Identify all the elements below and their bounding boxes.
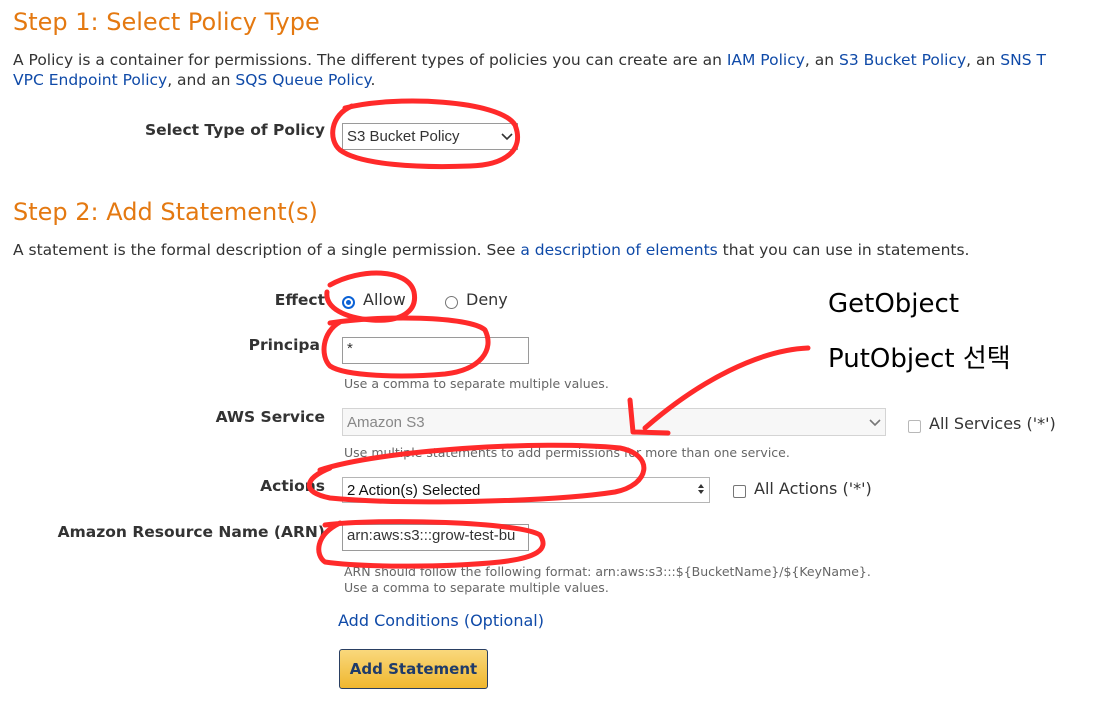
separator-text: , an — [804, 51, 839, 69]
all-actions-label[interactable]: All Actions ('*') — [754, 479, 872, 498]
step2-description-text: A statement is the formal description of… — [13, 241, 521, 259]
separator-text: , and an — [167, 71, 236, 89]
policy-type-label: Select Type of Policy — [144, 121, 325, 139]
step1-description-text: A Policy is a container for permissions.… — [13, 51, 727, 69]
s3-bucket-policy-link[interactable]: S3 Bucket Policy — [839, 51, 966, 69]
all-services-label[interactable]: All Services ('*') — [929, 414, 1056, 433]
step2-description: A statement is the formal description of… — [13, 240, 969, 261]
principal-hint: Use a comma to separate multiple values. — [344, 376, 609, 391]
principal-input[interactable]: * — [342, 337, 529, 364]
separator-text: , an — [966, 51, 1001, 69]
policy-type-value: S3 Bucket Policy — [347, 128, 460, 145]
actions-label: Actions — [260, 477, 325, 495]
sqs-queue-policy-link[interactable]: SQS Queue Policy — [235, 71, 370, 89]
elements-description-link[interactable]: a description of elements — [520, 241, 717, 259]
aws-service-select[interactable]: Amazon S3 — [342, 408, 886, 436]
up-down-arrows-icon — [697, 482, 705, 499]
effect-allow-radio[interactable] — [342, 294, 355, 313]
arn-input[interactable]: arn:aws:s3:::grow-test-bu — [342, 524, 529, 551]
step2-description-suffix: that you can use in statements. — [717, 241, 970, 259]
add-conditions-link[interactable]: Add Conditions (Optional) — [338, 611, 544, 630]
arn-hint-comma: Use a comma to separate multiple values. — [344, 580, 609, 595]
aws-service-value: Amazon S3 — [347, 413, 425, 431]
arn-label: Amazon Resource Name (ARN) — [57, 523, 325, 541]
effect-label: Effect — [274, 291, 325, 309]
effect-deny-radio[interactable] — [445, 294, 458, 313]
principal-label: Principa — [248, 336, 320, 354]
aws-service-label: AWS Service — [215, 408, 325, 426]
add-statement-button[interactable]: Add Statement — [339, 649, 488, 689]
step1-heading: Step 1: Select Policy Type — [13, 8, 320, 36]
actions-select[interactable]: 2 Action(s) Selected — [342, 477, 710, 503]
all-actions-checkbox[interactable] — [733, 483, 746, 502]
chevron-down-icon — [501, 128, 513, 145]
iam-policy-link[interactable]: IAM Policy — [727, 51, 805, 69]
vpc-endpoint-policy-link[interactable]: VPC Endpoint Policy — [13, 71, 167, 89]
annotation-putobject: PutObject 선택 — [828, 344, 1011, 374]
chevron-down-icon — [869, 414, 881, 431]
service-hint: Use multiple statements to add permissio… — [344, 445, 790, 460]
effect-deny-label[interactable]: Deny — [466, 290, 508, 309]
all-services-checkbox[interactable] — [908, 418, 921, 437]
annotation-getobject: GetObject — [828, 289, 960, 319]
step1-description-line2: VPC Endpoint Policy, and an SQS Queue Po… — [13, 70, 375, 91]
separator-text: . — [370, 71, 376, 89]
sns-topic-policy-link[interactable]: SNS T — [1000, 51, 1046, 69]
actions-value: 2 Action(s) Selected — [347, 481, 481, 499]
policy-type-select[interactable]: S3 Bucket Policy — [342, 123, 518, 150]
step2-heading: Step 2: Add Statement(s) — [13, 198, 318, 226]
effect-allow-label[interactable]: Allow — [363, 290, 406, 309]
step1-description: A Policy is a container for permissions.… — [13, 50, 1046, 71]
arn-hint-format: ARN should follow the following format: … — [344, 564, 871, 579]
